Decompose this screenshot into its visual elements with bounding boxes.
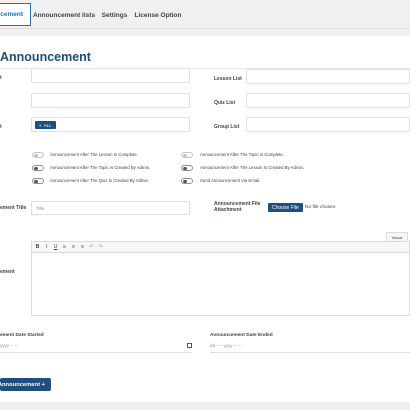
- end-date-label: Announcement Date Ended: [210, 333, 273, 338]
- editor-area[interactable]: [31, 253, 410, 316]
- toggle-topic-complete[interactable]: [181, 152, 193, 158]
- file-status: No file chosen: [305, 205, 336, 210]
- bold-icon[interactable]: B: [35, 244, 40, 250]
- chip-label: ALL: [43, 122, 52, 128]
- lesson-list-select[interactable]: [246, 69, 410, 84]
- course-select[interactable]: [31, 68, 190, 83]
- undo-icon[interactable]: ↶: [89, 244, 94, 250]
- selected-chip[interactable]: × ALL: [35, 121, 56, 129]
- toggle-knob: [34, 179, 38, 183]
- toggle-knob: [34, 166, 38, 170]
- toggle-label: Announcement After The Topic Is Complete…: [200, 152, 284, 157]
- choose-file-button[interactable]: Choose File: [268, 203, 303, 212]
- attachment-label-line: Attachment: [214, 207, 242, 213]
- title-field-label: ement Title: [0, 205, 27, 211]
- italic-icon[interactable]: I: [44, 244, 49, 250]
- toggle-label: Announcement After The Lesson Is Created…: [200, 165, 305, 170]
- editor-label: ement: [0, 269, 15, 275]
- start-date-input[interactable]: yyyy -- --: [0, 339, 192, 353]
- toggle-topic-created[interactable]: [32, 165, 44, 171]
- chip-remove-icon[interactable]: ×: [39, 123, 42, 128]
- tab-license-option[interactable]: License Option: [135, 5, 182, 25]
- tab-settings[interactable]: Settings: [101, 5, 128, 25]
- settings-tabs: uncement Announcement lists Settings Lic…: [0, 0, 410, 29]
- toggle-label: Announcement After The Topic Is Created …: [50, 165, 151, 170]
- page-title: Announcement: [0, 50, 91, 64]
- attachment-label: Announcement File Attachment: [214, 201, 260, 213]
- visual-tab[interactable]: Visual: [386, 232, 408, 241]
- tab-announcement[interactable]: uncement: [0, 3, 31, 26]
- tab-announcement-lists[interactable]: Announcement lists: [33, 5, 95, 25]
- toggle-lesson-complete[interactable]: [32, 152, 44, 158]
- align-left-icon[interactable]: ≡: [62, 244, 67, 250]
- add-announcement-button[interactable]: Announcement +: [0, 378, 51, 391]
- toggle-label: Announcement After The Lesson Is Complet…: [50, 152, 138, 157]
- start-date-placeholder: yyyy -- --: [0, 343, 18, 348]
- editor-toolbar: B I U ≡ ≡ ≡ ↶ ↷: [31, 241, 410, 253]
- toggle-lesson-created[interactable]: [181, 165, 193, 171]
- announcement-panel: Announcement t t × ALL Lesson List Quiz …: [0, 36, 410, 402]
- lesson-list-label: Lesson List: [214, 76, 242, 82]
- end-date-input[interactable]: dd ---- yyyy -- --: [210, 339, 410, 353]
- field-label: t: [0, 75, 2, 81]
- toggle-knob: [34, 153, 38, 157]
- start-date-label: ement Date Started: [0, 333, 44, 338]
- underline-icon[interactable]: U: [53, 244, 58, 250]
- toggle-knob: [183, 166, 187, 170]
- field-label: t: [0, 124, 2, 130]
- title-placeholder: Title: [36, 205, 45, 211]
- group-list-select[interactable]: [246, 117, 410, 132]
- toggle-label: Send Announcement Via Email.: [200, 178, 261, 183]
- toggle-label: Announcement After The Quiz Is Created B…: [50, 178, 150, 183]
- group-list-label: Group List: [214, 124, 240, 130]
- end-date-placeholder: dd ---- yyyy -- --: [210, 343, 241, 348]
- redo-icon[interactable]: ↷: [98, 244, 103, 250]
- align-right-icon[interactable]: ≡: [80, 244, 85, 250]
- toggle-knob: [183, 153, 187, 157]
- toggle-knob: [183, 179, 187, 183]
- toggle-quiz-created[interactable]: [32, 178, 44, 184]
- quiz-list-label: Quiz List: [214, 100, 236, 106]
- calendar-icon[interactable]: [187, 343, 192, 348]
- title-input[interactable]: Title: [31, 201, 190, 215]
- quiz-list-select[interactable]: [246, 93, 410, 108]
- toggle-send-email[interactable]: [181, 178, 193, 184]
- second-select[interactable]: [31, 93, 190, 108]
- align-center-icon[interactable]: ≡: [71, 244, 76, 250]
